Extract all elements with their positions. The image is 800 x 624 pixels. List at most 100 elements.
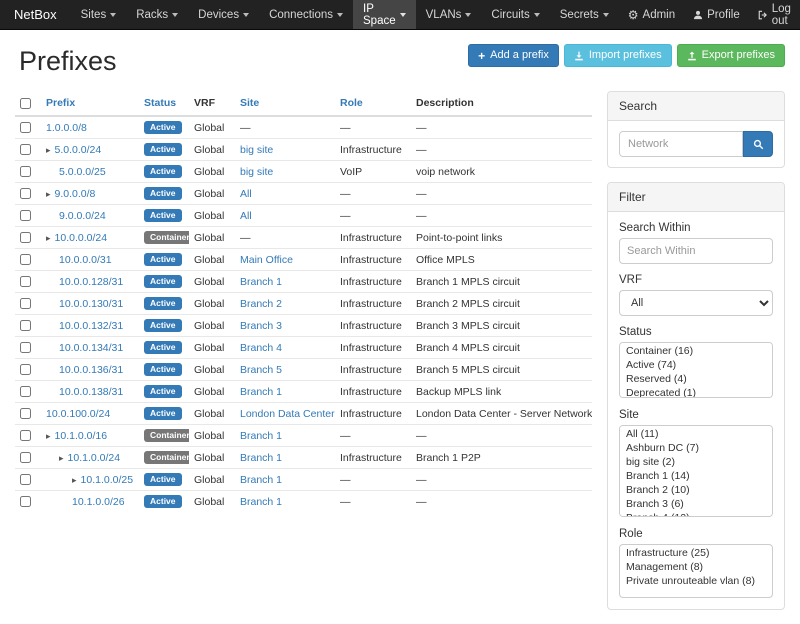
row-checkbox[interactable]	[20, 430, 31, 441]
option-private-unrouteable-vlan-8[interactable]: Private unrouteable vlan (8)	[621, 574, 771, 588]
chevron-down-icon	[110, 13, 116, 17]
import-prefixes-button[interactable]: Import prefixes	[564, 44, 672, 67]
row-checkbox[interactable]	[20, 210, 31, 221]
export-prefixes-button[interactable]: Export prefixes	[677, 44, 785, 67]
prefix-link[interactable]: 10.0.0.130/31	[59, 298, 123, 310]
prefix-link[interactable]: 10.0.0.136/31	[59, 364, 123, 376]
nav-item-connections[interactable]: Connections	[259, 0, 353, 29]
row-checkbox[interactable]	[20, 342, 31, 353]
option-reserved-4[interactable]: Reserved (4)	[621, 372, 771, 386]
option-branch-3-6[interactable]: Branch 3 (6)	[621, 497, 771, 511]
option-branch-1-14[interactable]: Branch 1 (14)	[621, 469, 771, 483]
option-big-site-2[interactable]: big site (2)	[621, 455, 771, 469]
site-link[interactable]: Branch 1	[240, 430, 282, 442]
column-header-site[interactable]: Site	[235, 91, 335, 116]
site-link[interactable]: big site	[240, 144, 273, 156]
row-checkbox[interactable]	[20, 452, 31, 463]
column-header-status[interactable]: Status	[139, 91, 189, 116]
add-prefix-button[interactable]: + Add a prefix	[468, 44, 559, 67]
option-all-11[interactable]: All (11)	[621, 427, 771, 441]
nav-item-secrets[interactable]: Secrets	[550, 0, 619, 29]
option-deprecated-1[interactable]: Deprecated (1)	[621, 386, 771, 398]
row-checkbox[interactable]	[20, 188, 31, 199]
prefix-link[interactable]: 10.0.0.0/24	[55, 232, 108, 244]
site-link[interactable]: big site	[240, 166, 273, 178]
prefix-link[interactable]: 10.0.0.138/31	[59, 386, 123, 398]
nav-item-log-out[interactable]: Log out	[749, 0, 800, 29]
site-link[interactable]: All	[240, 188, 252, 200]
nav-item-devices[interactable]: Devices	[188, 0, 259, 29]
row-checkbox[interactable]	[20, 298, 31, 309]
sort-link-role[interactable]: Role	[340, 97, 363, 109]
prefix-link[interactable]: 10.0.0.134/31	[59, 342, 123, 354]
prefix-link[interactable]: 9.0.0.0/8	[55, 188, 96, 200]
nav-item-label: Connections	[269, 9, 333, 21]
prefix-link[interactable]: 10.0.0.0/31	[59, 254, 112, 266]
prefix-link[interactable]: 5.0.0.0/25	[59, 166, 106, 178]
sort-link-status[interactable]: Status	[144, 97, 176, 109]
site-link[interactable]: Main Office	[240, 254, 293, 266]
prefix-link[interactable]: 9.0.0.0/24	[59, 210, 106, 222]
vrf-select[interactable]: All	[619, 290, 773, 316]
site-link[interactable]: Branch 1	[240, 474, 282, 486]
description-cell: —	[411, 469, 592, 491]
prefix-link[interactable]: 5.0.0.0/24	[55, 144, 102, 156]
nav-item-admin[interactable]: ⚙Admin	[619, 0, 684, 29]
column-header-role[interactable]: Role	[335, 91, 411, 116]
site-link[interactable]: Branch 1	[240, 496, 282, 508]
search-input[interactable]	[619, 131, 743, 157]
status-filter-select[interactable]: Container (16)Active (74)Reserved (4)Dep…	[619, 342, 773, 398]
option-management-8[interactable]: Management (8)	[621, 560, 771, 574]
prefix-link[interactable]: 10.1.0.0/24	[68, 452, 121, 464]
role-filter-select[interactable]: Infrastructure (25)Management (8)Private…	[619, 544, 773, 598]
option-infrastructure-25[interactable]: Infrastructure (25)	[621, 546, 771, 560]
nav-item-profile[interactable]: Profile	[684, 0, 749, 29]
nav-item-sites[interactable]: Sites	[71, 0, 127, 29]
nav-item-ip-space[interactable]: IP Space	[353, 0, 416, 29]
site-link[interactable]: Branch 1	[240, 452, 282, 464]
site-link[interactable]: Branch 1	[240, 276, 282, 288]
option-container-16[interactable]: Container (16)	[621, 344, 771, 358]
row-checkbox[interactable]	[20, 232, 31, 243]
sort-link-site[interactable]: Site	[240, 97, 259, 109]
site-link[interactable]: Branch 5	[240, 364, 282, 376]
row-checkbox[interactable]	[20, 496, 31, 507]
prefix-link[interactable]: 10.0.0.132/31	[59, 320, 123, 332]
row-checkbox[interactable]	[20, 364, 31, 375]
site-filter-select[interactable]: All (11)Ashburn DC (7)big site (2)Branch…	[619, 425, 773, 517]
row-checkbox[interactable]	[20, 386, 31, 397]
select-all-checkbox[interactable]	[20, 98, 31, 109]
row-checkbox[interactable]	[20, 474, 31, 485]
option-branch-2-10[interactable]: Branch 2 (10)	[621, 483, 771, 497]
brand-link[interactable]: NetBox	[0, 0, 71, 29]
prefix-link[interactable]: 1.0.0.0/8	[46, 122, 87, 134]
nav-item-racks[interactable]: Racks	[126, 0, 188, 29]
option-branch-4-12[interactable]: Branch 4 (12)	[621, 511, 771, 517]
column-header-prefix[interactable]: Prefix	[41, 91, 139, 116]
site-link[interactable]: London Data Center	[240, 408, 335, 420]
search-within-input[interactable]	[619, 238, 773, 264]
site-link[interactable]: All	[240, 210, 252, 222]
prefix-link[interactable]: 10.1.0.0/26	[72, 496, 125, 508]
site-link[interactable]: Branch 2	[240, 298, 282, 310]
search-button[interactable]	[743, 131, 773, 157]
prefix-link[interactable]: 10.0.0.128/31	[59, 276, 123, 288]
sort-link-prefix[interactable]: Prefix	[46, 97, 75, 109]
row-checkbox[interactable]	[20, 166, 31, 177]
site-link[interactable]: Branch 1	[240, 386, 282, 398]
row-checkbox[interactable]	[20, 276, 31, 287]
prefix-link[interactable]: 10.0.100.0/24	[46, 408, 110, 420]
row-checkbox[interactable]	[20, 144, 31, 155]
row-checkbox[interactable]	[20, 320, 31, 331]
nav-item-circuits[interactable]: Circuits	[481, 0, 549, 29]
row-checkbox[interactable]	[20, 122, 31, 133]
row-checkbox[interactable]	[20, 254, 31, 265]
option-active-74[interactable]: Active (74)	[621, 358, 771, 372]
site-link[interactable]: Branch 3	[240, 320, 282, 332]
nav-item-vlans[interactable]: VLANs	[416, 0, 482, 29]
row-checkbox[interactable]	[20, 408, 31, 419]
option-ashburn-dc-7[interactable]: Ashburn DC (7)	[621, 441, 771, 455]
prefix-link[interactable]: 10.1.0.0/16	[55, 430, 108, 442]
prefix-link[interactable]: 10.1.0.0/25	[81, 474, 134, 486]
site-link[interactable]: Branch 4	[240, 342, 282, 354]
